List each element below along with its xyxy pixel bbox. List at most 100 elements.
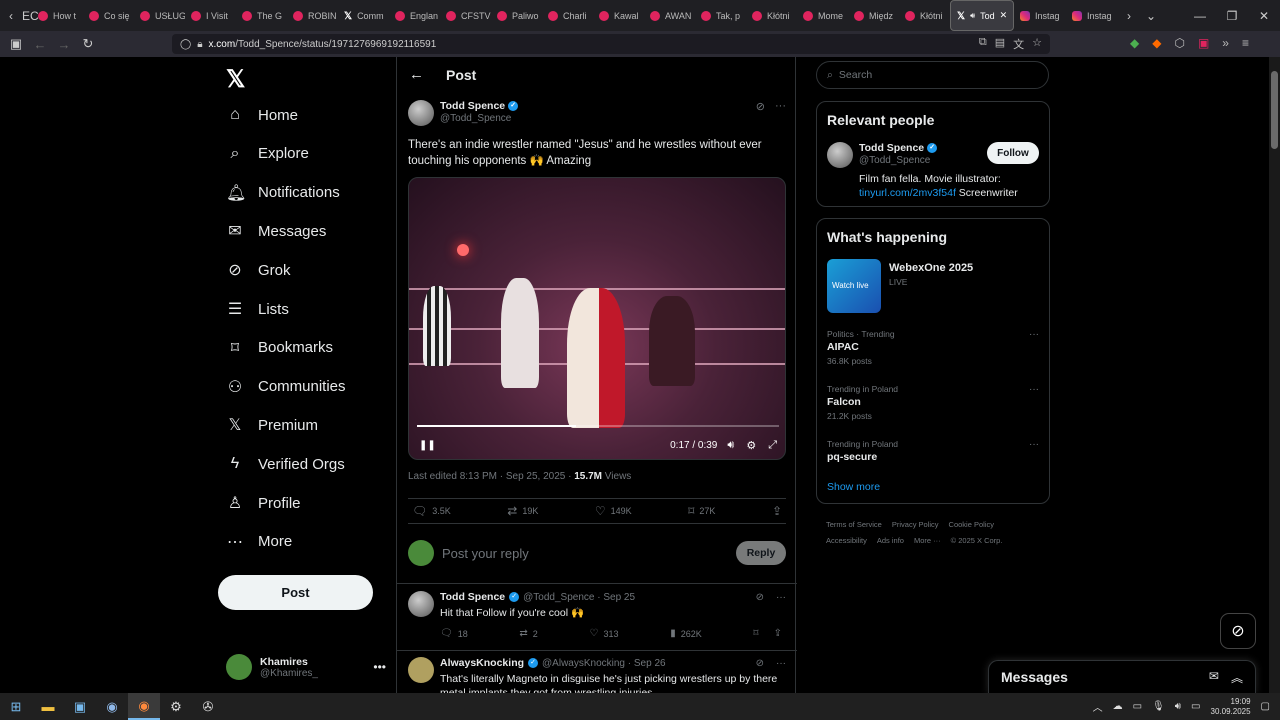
person-name[interactable]: Todd Spence [859,142,924,154]
nav-item-more[interactable]: ⋯ More [226,530,292,554]
repost-action[interactable]: ⇄ 19K [507,504,538,518]
messages-drawer[interactable]: Messages ✉ ︽ [988,660,1256,693]
new-message-icon[interactable]: ✉ [1209,669,1219,686]
expand-chevron-icon[interactable]: ︽ [1231,669,1243,686]
share-action[interactable]: ⇪ [772,504,782,518]
video-progress-bar[interactable] [417,425,779,427]
extension-shield-icon[interactable]: ◆ [1130,36,1139,50]
nav-item-grok[interactable]: ⊘ Grok [226,258,290,282]
more-dots-icon[interactable]: ··· [776,658,786,669]
reload-icon[interactable]: ↻ [76,36,100,52]
person-row[interactable]: Todd Spence ✓ @Todd_Spence Follow [827,142,1039,168]
browser-tab[interactable]: CFSTV [440,0,491,31]
nav-item-messages[interactable]: ✉ Messages [226,219,326,243]
tab-close-icon[interactable]: ✕ [1000,10,1008,21]
nav-item-explore[interactable]: ⌕ Explore [226,142,309,166]
minimize-icon[interactable]: — [1184,9,1216,23]
forward-icon[interactable]: → [52,37,76,52]
trend-item[interactable]: Politics · Trending AIPAC 36.8K posts ··… [827,329,1039,366]
browser-tab[interactable]: Charli [542,0,593,31]
avatar[interactable] [408,591,434,617]
firefox-icon[interactable]: ◉ [128,693,160,720]
more-dots-icon[interactable]: ··· [1029,329,1039,340]
grok-icon[interactable]: ⊘ [756,100,765,126]
browser-tab[interactable]: Paliwo [491,0,542,31]
follow-button[interactable]: Follow [987,142,1039,164]
nav-item-communities[interactable]: ⚇ Communities [226,375,346,399]
app-icon[interactable]: ✇ [192,699,224,715]
trend-item[interactable]: Trending in Poland Falcon 21.2K posts ··… [827,384,1039,421]
windows-start-icon[interactable]: ⊞ [0,699,32,715]
settings-gear-icon[interactable]: ⚙ [746,439,756,452]
reply-item[interactable]: Todd Spence ✓ @Todd_Spence · Sep 25 ⊘ ··… [408,591,786,639]
more-dots-icon[interactable]: ··· [1029,439,1039,450]
extension-fox-icon[interactable]: ◆ [1152,36,1161,50]
browser-tab[interactable]: Instag [1066,0,1118,31]
show-more-link[interactable]: Show more [827,481,880,493]
nav-item-notifications[interactable]: 🔔︎ Notifications [226,181,340,205]
pause-icon[interactable]: ❚❚ [419,440,436,451]
reply-item[interactable]: AlwaysKnocking ✓ @AlwaysKnocking · Sep 2… [408,657,786,693]
tab-scroll-left-icon[interactable]: ‹ [0,9,22,23]
reply-input[interactable]: Post your reply [442,546,728,561]
tab-label[interactable]: EC [22,9,39,23]
more-dots-icon[interactable]: ··· [775,100,786,126]
settings-gear-icon[interactable]: ⚙ [160,699,192,715]
post-edited-date[interactable]: Last edited 8:13 PM · Sep 25, 2025 · [408,471,574,482]
browser-tab[interactable]: The G [236,0,287,31]
back-arrow-icon[interactable]: ← [409,66,424,83]
reply-action[interactable]: 🗨︎ 18 [440,628,468,639]
more-dots-icon[interactable]: ··· [776,592,786,603]
views-action[interactable]: ▮ 262K [670,628,702,639]
x-logo-icon[interactable]: 𝕏 [226,65,245,94]
clock[interactable]: 19:09 30.09.2025 [1211,697,1251,717]
display-icon[interactable]: ▭ [1191,701,1200,712]
browser-tab[interactable]: Kłótni [899,0,950,31]
browser-tab[interactable]: ROBIN [287,0,338,31]
notification-icon[interactable]: ▢ [1261,701,1270,712]
footer-link[interactable]: Privacy Policy [892,520,939,529]
bookmark-action[interactable]: ⌑ 27K [688,504,715,518]
more-dots-icon[interactable]: ••• [373,660,386,674]
menu-icon[interactable]: ≡ [1242,36,1249,50]
tab-audio-icon[interactable]: 🔊︎ [970,11,975,21]
grok-icon[interactable]: ⊘ [756,658,764,669]
reply-author-name[interactable]: Todd Spence [440,591,505,603]
chevron-up-icon[interactable]: ︿ [1093,699,1103,714]
reply-action[interactable]: 🗨︎ 3.5K [412,504,451,518]
fullscreen-icon[interactable]: ⤢ [768,439,777,452]
search-input[interactable]: ⌕ Search [816,61,1049,89]
steam-icon[interactable]: ◉ [96,699,128,715]
overflow-icon[interactable]: » [1222,36,1229,50]
cloud-icon[interactable]: ☁ [1113,701,1123,712]
page-scrollbar[interactable] [1269,57,1280,693]
grok-float-button[interactable]: ⊘ [1220,613,1256,649]
back-icon[interactable]: ← [28,37,52,52]
browser-tab[interactable]: Kawal [593,0,644,31]
like-action[interactable]: ♡ 149K [595,504,632,518]
file-explorer-icon[interactable]: ▬ [32,699,64,714]
bio-link[interactable]: tinyurl.com/2mv3f54f [859,187,956,199]
live-event[interactable]: Watch live WebexOne 2025 LIVE [827,259,973,313]
browser-tab-active[interactable]: 𝕏 🔊︎ Tod ✕ [950,0,1014,31]
browser-tab[interactable]: I Visit [185,0,236,31]
network-icon[interactable]: ▭ [1133,701,1142,712]
footer-link[interactable]: Cookie Policy [949,520,994,529]
like-action[interactable]: ♡ 313 [590,628,619,639]
reader-view-icon[interactable]: ▤ [995,36,1005,52]
account-switcher[interactable]: Khamires @Khamires_ ••• [226,647,386,687]
restore-icon[interactable]: ❐ [1216,9,1248,23]
shield-icon[interactable]: ◯ [180,39,191,50]
close-window-icon[interactable]: ✕ [1248,9,1280,23]
translate-icon[interactable]: 文 [1013,36,1024,52]
footer-link[interactable]: Ads info [877,536,904,545]
author-name[interactable]: Todd Spence [440,100,505,112]
extensions-icon[interactable]: ⬡ [1174,36,1184,50]
reply-author-name[interactable]: AlwaysKnocking [440,657,524,669]
reply-button[interactable]: Reply [736,541,786,565]
avatar[interactable] [827,142,853,168]
avatar[interactable] [408,100,434,126]
tab-scroll-right-icon[interactable]: › [1118,9,1140,23]
bookmark-star-icon[interactable]: ☆ [1032,36,1042,52]
browser-tab[interactable]: Kłótni [746,0,797,31]
